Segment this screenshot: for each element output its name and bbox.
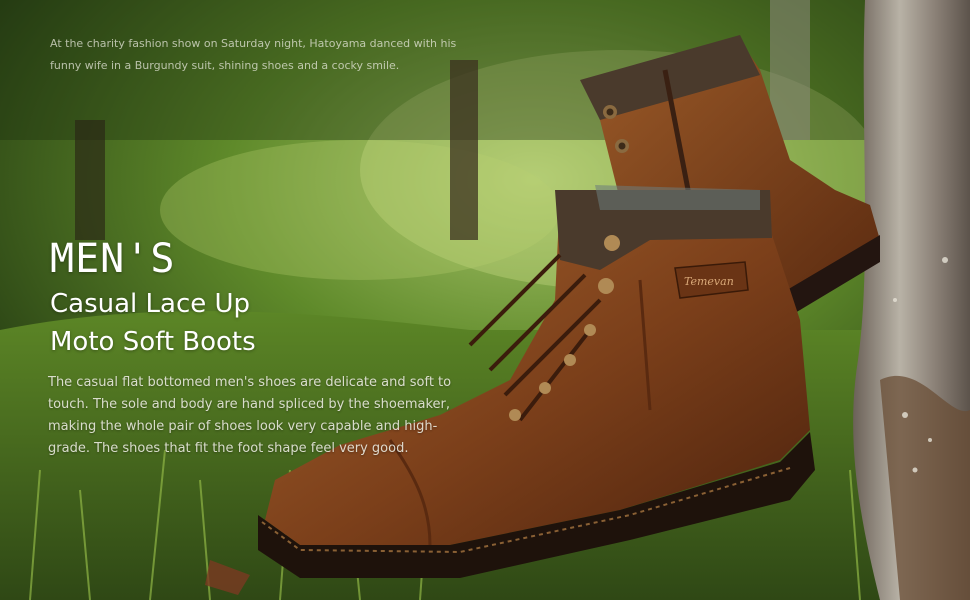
subtitle-line-2: Moto Soft Boots <box>50 327 256 357</box>
product-description: The casual flat bottomed men's shoes are… <box>48 375 452 456</box>
subtitle-line-1: Casual Lace Up <box>50 289 251 319</box>
brand-tag-text: Temevan <box>684 275 734 288</box>
quote-text: At the charity fashion show on Saturday … <box>50 37 457 72</box>
headline: MEN'S <box>50 236 176 282</box>
